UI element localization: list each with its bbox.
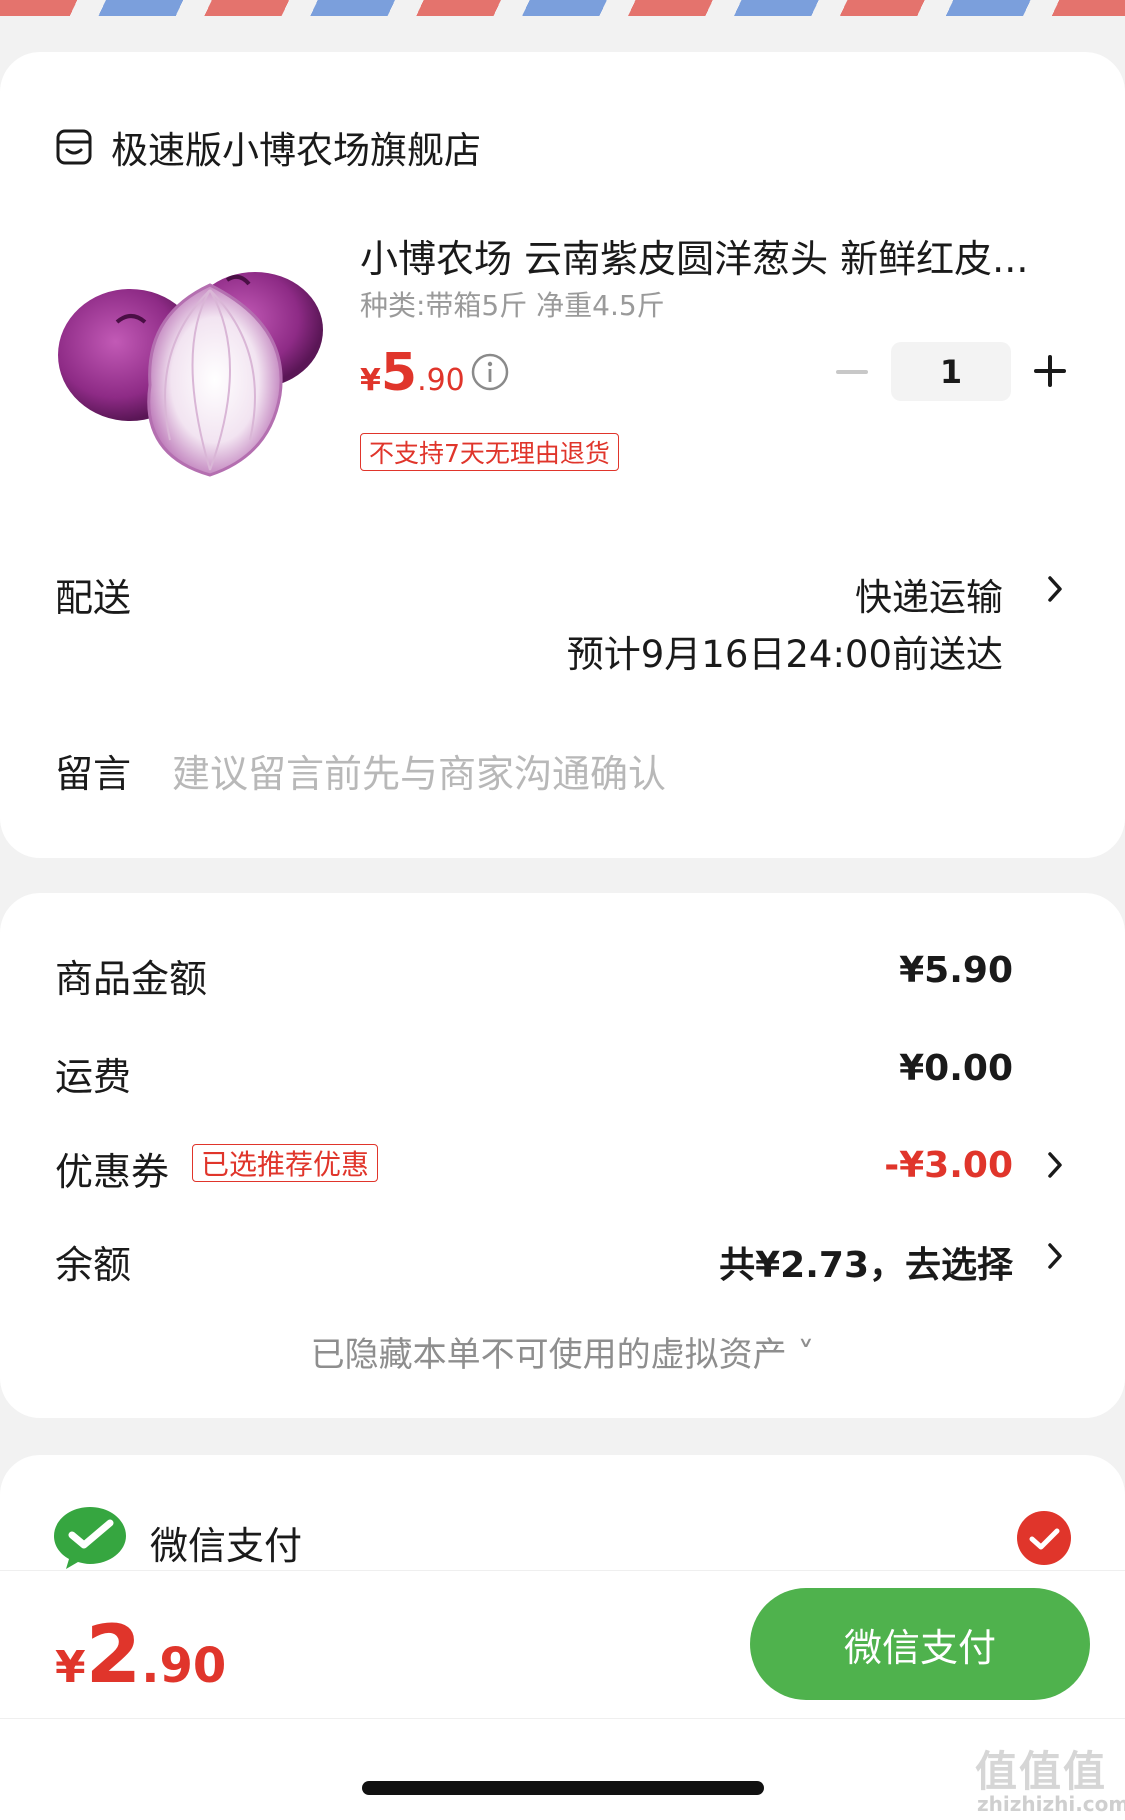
selected-check-icon[interactable] — [1016, 1510, 1072, 1566]
delivery-method[interactable]: 快递运输 — [855, 567, 1003, 621]
hidden-assets-toggle[interactable]: 已隐藏本单不可使用的虚拟资产 ˅ — [0, 1327, 1125, 1376]
return-policy-badge: 不支持7天无理由退货 — [360, 433, 619, 471]
airmail-stripe — [0, 0, 1125, 16]
total-price: ¥ 2 .90 — [55, 1608, 226, 1701]
wechat-pay-icon — [54, 1507, 126, 1569]
product-spec[interactable]: 种类:带箱5斤 净重4.5斤 — [360, 284, 665, 324]
order-confirm-page: 极速版小博农场旗舰店 小博农场 云南紫皮圆洋葱头 新鲜红皮... 种类:带箱5斤… — [0, 0, 1125, 1820]
watermark: 值值值 — [975, 1747, 1108, 1796]
price-integer: 5 — [380, 343, 418, 403]
total-integer: 2 — [85, 1608, 142, 1701]
balance-value[interactable]: 共¥2.73，去选择 — [719, 1236, 1013, 1288]
balance-label: 余额 — [55, 1243, 132, 1287]
chevron-right-icon[interactable] — [1045, 1241, 1065, 1271]
delivery-eta: 预计9月16日24:00前送达 — [566, 633, 1003, 676]
quantity-increase-button[interactable] — [1034, 355, 1066, 387]
product-image[interactable] — [55, 270, 330, 480]
total-decimal: .90 — [141, 1638, 227, 1694]
quantity-decrease-button[interactable] — [836, 370, 868, 374]
shipping-fee-label: 运费 — [55, 1055, 132, 1099]
coupon-badge: 已选推荐优惠 — [192, 1144, 379, 1182]
goods-amount-value: ¥5.90 — [899, 950, 1013, 991]
divider — [0, 1718, 1125, 1719]
price-decimal: .90 — [417, 363, 465, 398]
goods-amount-label: 商品金额 — [55, 957, 208, 1001]
product-title[interactable]: 小博农场 云南紫皮圆洋葱头 新鲜红皮... — [360, 228, 1060, 283]
quantity-value[interactable]: 1 — [891, 342, 1011, 401]
product-price: ¥ 5 .90 — [360, 343, 465, 403]
store-header[interactable]: 极速版小博农场旗舰店 — [55, 120, 481, 174]
info-icon[interactable] — [470, 352, 510, 392]
store-name: 极速版小博农场旗舰店 — [111, 129, 481, 172]
coupon-label: 优惠券 — [55, 1150, 170, 1194]
store-icon — [56, 129, 92, 165]
chevron-right-icon[interactable] — [1045, 1150, 1065, 1180]
delivery-label: 配送 — [55, 576, 132, 620]
wechat-pay-button[interactable]: 微信支付 — [750, 1588, 1090, 1700]
total-symbol: ¥ — [55, 1642, 86, 1693]
price-symbol: ¥ — [360, 363, 381, 398]
shipping-fee-value: ¥0.00 — [899, 1048, 1013, 1089]
message-input[interactable]: 建议留言前先与商家沟通确认 — [172, 743, 666, 798]
chevron-right-icon[interactable] — [1045, 574, 1065, 604]
payment-method-label[interactable]: 微信支付 — [150, 1515, 302, 1570]
home-indicator[interactable] — [362, 1781, 764, 1795]
coupon-value[interactable]: -¥3.00 — [884, 1145, 1013, 1186]
watermark-sub: zhizhizhi.com — [977, 1792, 1125, 1816]
message-label: 留言 — [55, 752, 132, 796]
